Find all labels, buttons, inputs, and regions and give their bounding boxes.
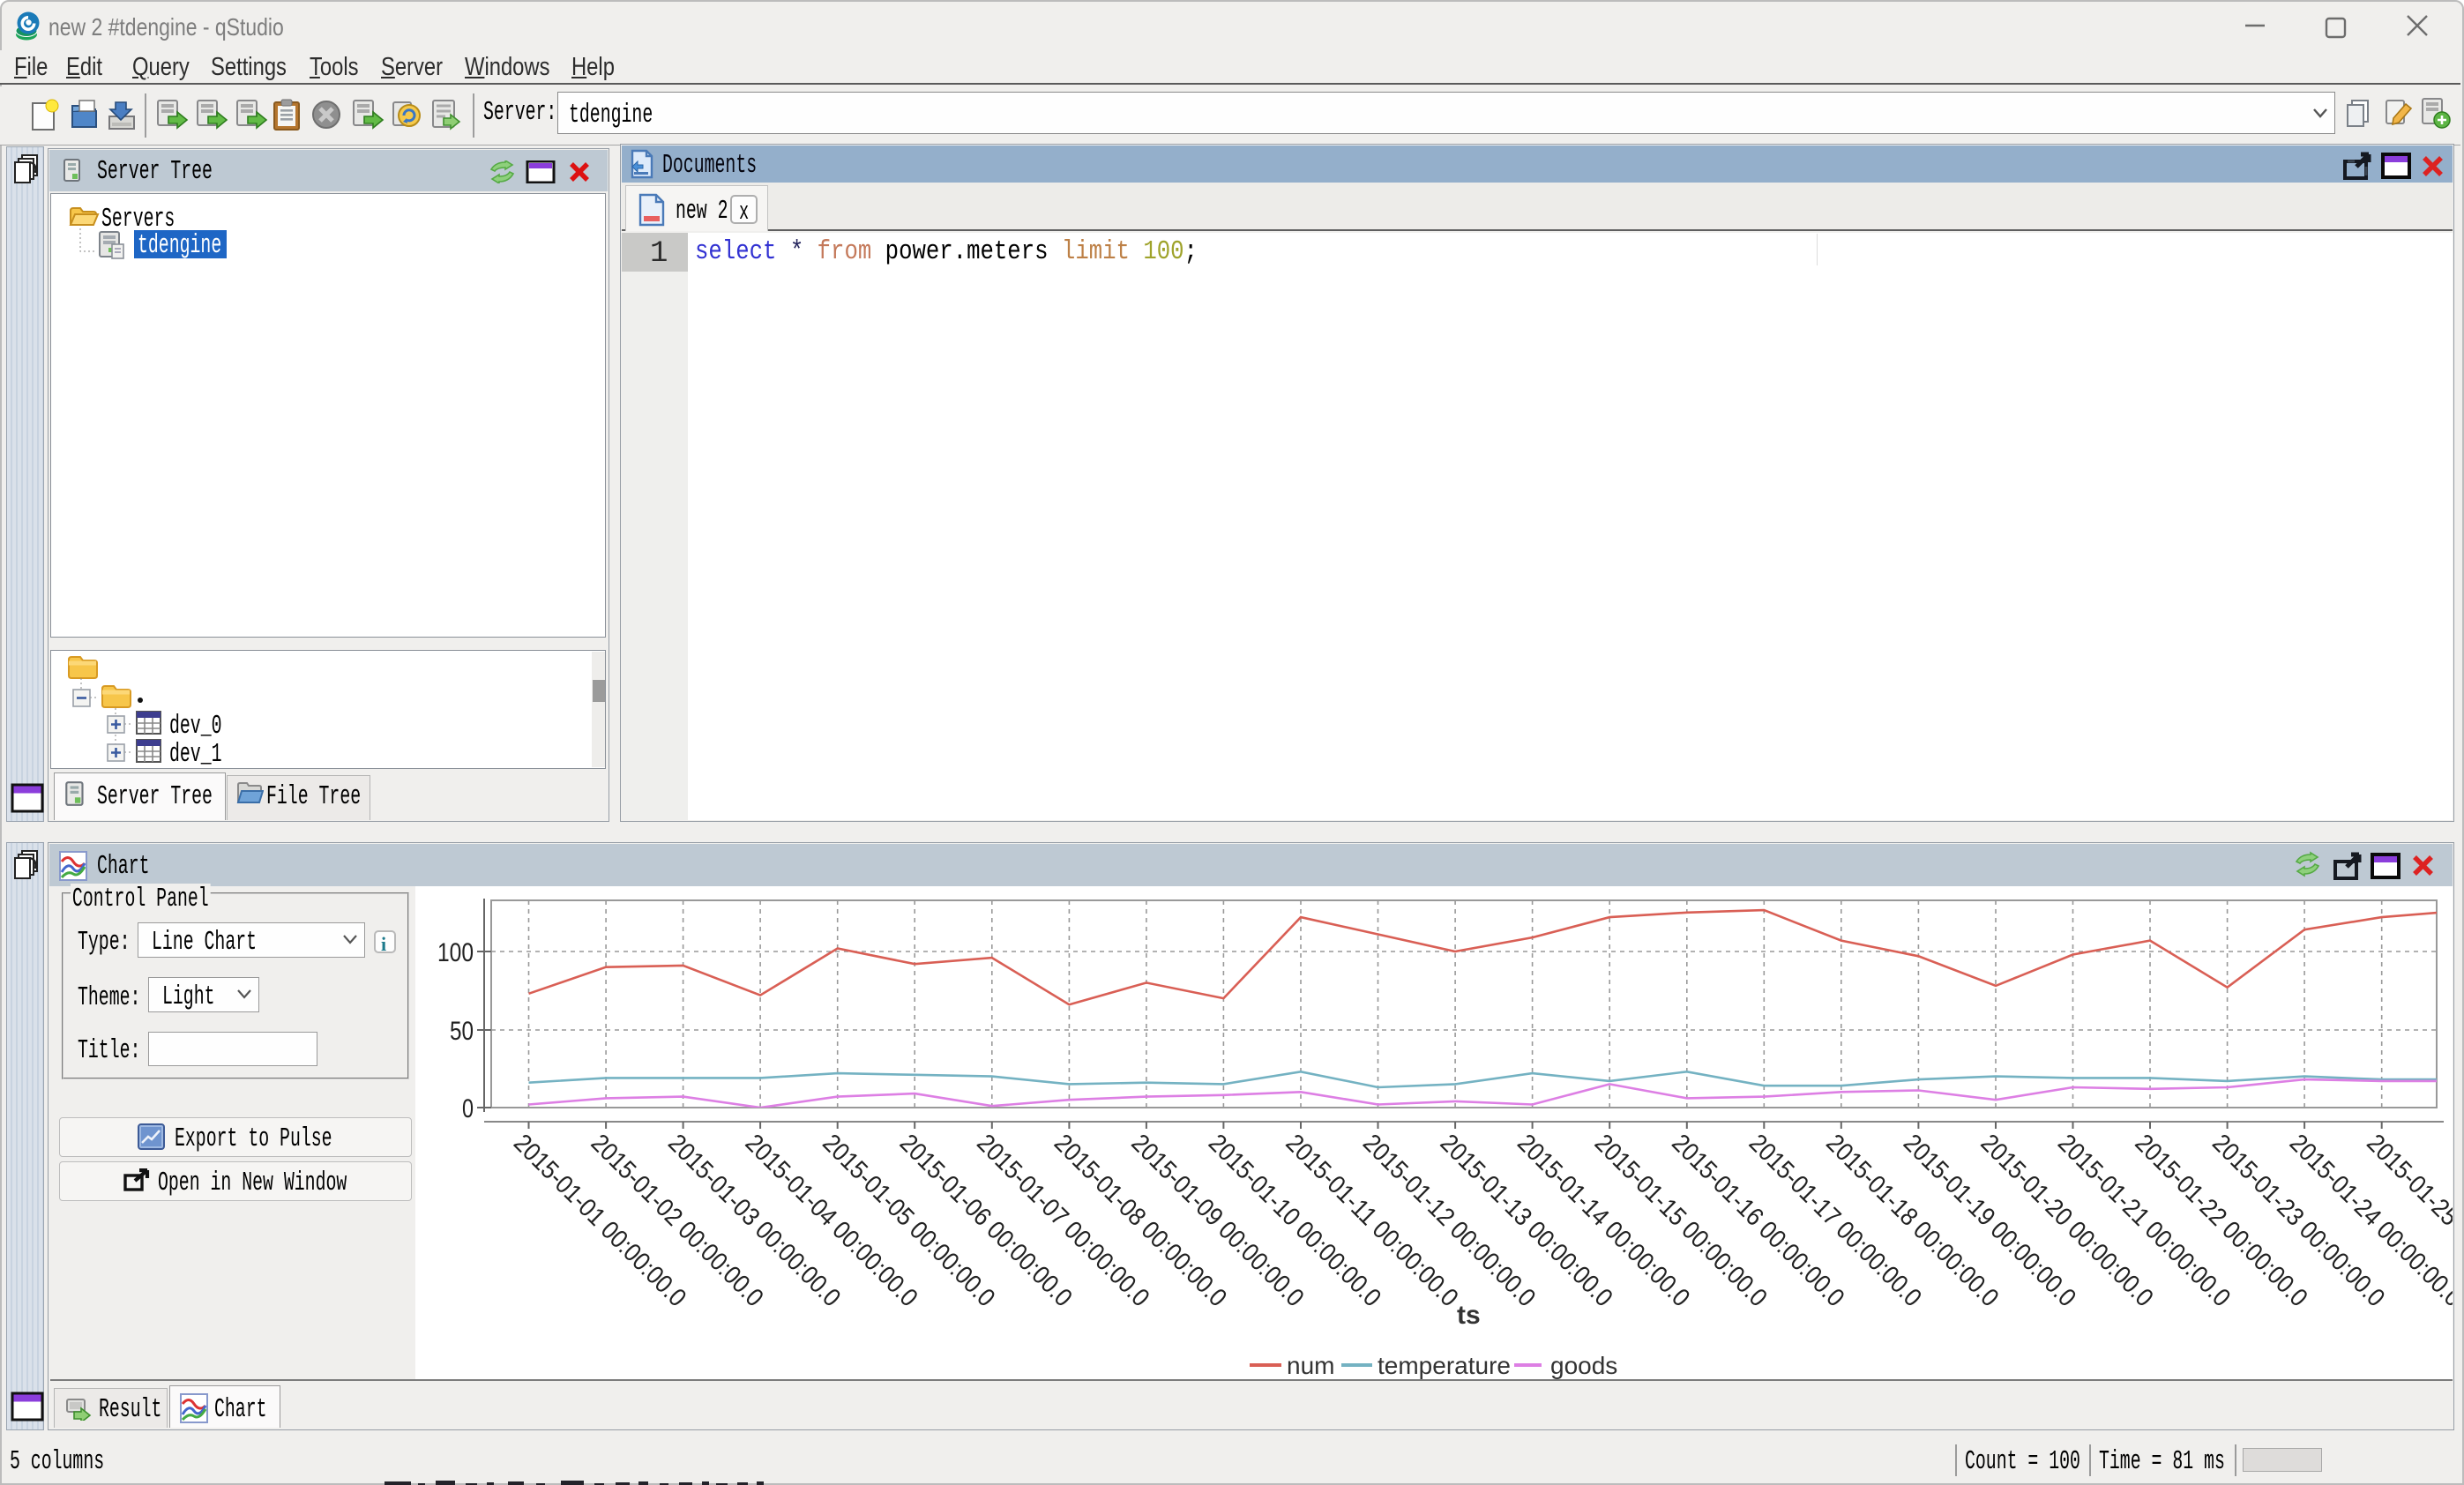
svg-text:0: 0 bbox=[462, 1094, 474, 1123]
svg-text:num: num bbox=[1287, 1352, 1334, 1379]
svg-text:goods: goods bbox=[1550, 1352, 1617, 1379]
svg-text:ts: ts bbox=[1457, 1301, 1481, 1330]
svg-text:100: 100 bbox=[437, 938, 474, 967]
svg-text:temperature: temperature bbox=[1378, 1352, 1511, 1379]
svg-text:50: 50 bbox=[450, 1017, 474, 1046]
